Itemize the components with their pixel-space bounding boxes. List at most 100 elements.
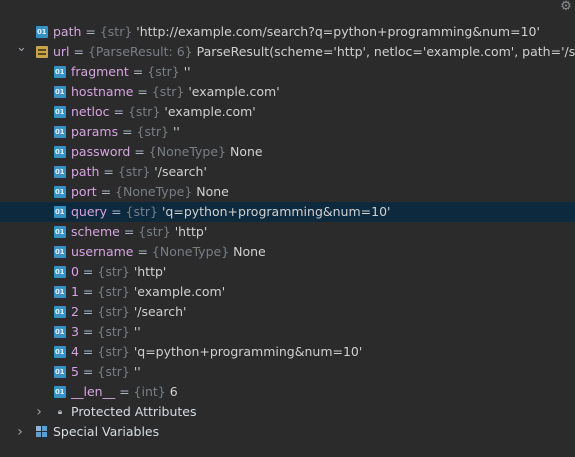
variable-name: 4	[71, 344, 79, 359]
variable-row-4[interactable]: netloc = {str} 'example.com'	[0, 102, 575, 122]
variable-row-0[interactable]: path = {str} 'http://example.com/search?…	[0, 22, 575, 42]
variable-type: {str}	[147, 64, 180, 79]
variable-type: {str}	[117, 164, 151, 179]
variable-row-3[interactable]: hostname = {str} 'example.com'	[0, 82, 575, 102]
variable-row-19[interactable]: › 🔒︎ Protected Attributes	[0, 402, 575, 422]
variable-type: {str}	[99, 24, 133, 39]
variable-value: 'http'	[174, 224, 208, 239]
variable-name: hostname	[71, 84, 134, 99]
variables-tree: path = {str} 'http://example.com/search?…	[0, 22, 575, 442]
variable-row-12[interactable]: 0 = {str} 'http'	[0, 262, 575, 282]
variable-type: {str}	[97, 364, 130, 379]
variable-type: {NoneType}	[148, 144, 227, 159]
variable-name: path	[53, 24, 82, 39]
lock-icon: 🔒︎	[57, 407, 63, 416]
variable-row-17[interactable]: 5 = {str} ''	[0, 362, 575, 382]
variable-value: None	[230, 144, 263, 159]
variable-type: {str}	[97, 284, 130, 299]
variable-type: {str}	[97, 304, 130, 319]
primitive-value-icon	[54, 262, 66, 282]
primitive-value-icon	[54, 222, 66, 242]
primitive-value-icon	[54, 242, 66, 262]
primitive-value-icon	[54, 182, 66, 202]
object-value-icon	[36, 46, 48, 58]
expand-arrow-icon[interactable]: ›	[34, 402, 44, 422]
variable-type: {ParseResult: 6}	[87, 44, 193, 59]
variable-name: query	[71, 204, 108, 219]
variable-row-20[interactable]: › Special Variables	[0, 422, 575, 442]
variable-type: {NoneType}	[151, 244, 230, 259]
variable-type: {str}	[127, 104, 161, 119]
variable-value: ''	[133, 364, 141, 379]
variable-type: {str}	[136, 124, 169, 139]
variable-row-1[interactable]: ⌄ url = {ParseResult: 6} ParseResult(sche…	[0, 40, 575, 62]
variable-type: {str}	[151, 84, 185, 99]
variable-name: Protected Attributes	[71, 404, 197, 419]
primitive-value-icon	[54, 362, 66, 382]
variable-value: None	[233, 244, 266, 259]
variable-name: port	[71, 184, 97, 199]
primitive-value-icon	[54, 62, 66, 82]
variable-value: 'http://example.com/search?q=python+prog…	[136, 24, 540, 39]
variable-row-13[interactable]: 1 = {str} 'example.com'	[0, 282, 575, 302]
variable-row-9[interactable]: query = {str} 'q=python+programming&num=…	[0, 202, 575, 222]
variable-name: 5	[71, 364, 79, 379]
variable-value: 'http'	[133, 264, 167, 279]
variable-name: netloc	[71, 104, 110, 119]
variable-row-18[interactable]: __len__ = {int} 6	[0, 382, 575, 402]
gear-icon[interactable]: ⚙	[559, 0, 573, 14]
collapse-arrow-icon[interactable]: ⌄	[16, 38, 27, 58]
variable-row-14[interactable]: 2 = {str} '/search'	[0, 302, 575, 322]
variable-name: __len__	[71, 384, 116, 399]
variable-value: ''	[183, 64, 191, 79]
variable-value: ParseResult(scheme='http', netloc='examp…	[196, 44, 575, 59]
variable-row-11[interactable]: username = {NoneType} None	[0, 242, 575, 262]
variable-value: 'example.com'	[164, 104, 256, 119]
variable-type: {int}	[133, 384, 166, 399]
variable-value: 'example.com'	[188, 84, 280, 99]
expand-arrow-icon[interactable]: ›	[15, 422, 25, 442]
variable-name: username	[71, 244, 134, 259]
variable-name: params	[71, 124, 119, 139]
variable-value: 6	[169, 384, 178, 399]
variable-type: {str}	[138, 224, 171, 239]
variable-row-6[interactable]: password = {NoneType} None	[0, 142, 575, 162]
variable-name: path	[71, 164, 100, 179]
variable-name: 2	[71, 304, 79, 319]
variable-value: None	[196, 184, 229, 199]
variable-row-8[interactable]: port = {NoneType} None	[0, 182, 575, 202]
variable-value: ''	[172, 124, 180, 139]
variable-row-16[interactable]: 4 = {str} 'q=python+programming&num=10'	[0, 342, 575, 362]
variable-type: {str}	[97, 264, 130, 279]
primitive-value-icon	[36, 22, 48, 42]
variable-name: 3	[71, 324, 79, 339]
variable-type: {str}	[125, 204, 158, 219]
variable-name: 0	[71, 264, 79, 279]
variable-row-2[interactable]: fragment = {str} ''	[0, 62, 575, 82]
variable-value: ''	[133, 324, 141, 339]
variable-value: '/search'	[154, 164, 207, 179]
variable-row-10[interactable]: scheme = {str} 'http'	[0, 222, 575, 242]
primitive-value-icon	[54, 302, 66, 322]
variable-row-5[interactable]: params = {str} ''	[0, 122, 575, 142]
variable-value: 'example.com'	[133, 284, 226, 299]
variable-name: url	[53, 44, 70, 59]
variable-value: '/search'	[133, 304, 187, 319]
primitive-value-icon	[54, 382, 66, 402]
variable-type: {NoneType}	[115, 184, 193, 199]
primitive-value-icon	[54, 342, 66, 362]
variable-name: scheme	[71, 224, 120, 239]
primitive-value-icon	[54, 102, 66, 122]
variable-row-15[interactable]: 3 = {str} ''	[0, 322, 575, 342]
primitive-value-icon	[54, 82, 66, 102]
variable-value: 'q=python+programming&num=10'	[161, 204, 391, 219]
variable-name: 1	[71, 284, 79, 299]
primitive-value-icon	[54, 282, 66, 302]
primitive-value-icon	[54, 162, 66, 182]
primitive-value-icon	[54, 122, 66, 142]
variable-value: 'q=python+programming&num=10'	[133, 344, 363, 359]
special-variables-icon	[36, 426, 48, 438]
variable-row-7[interactable]: path = {str} '/search'	[0, 162, 575, 182]
variable-name: Special Variables	[53, 424, 160, 439]
primitive-value-icon	[54, 142, 66, 162]
